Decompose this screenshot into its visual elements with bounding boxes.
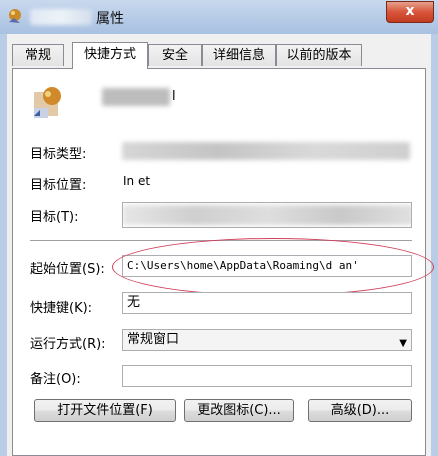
- hotkey-field[interactable]: 无: [122, 292, 412, 314]
- title-bar[interactable]: 属性 x: [0, 0, 438, 35]
- tab-general[interactable]: 常规: [12, 44, 64, 66]
- target-location-value: In et: [123, 174, 151, 188]
- run-label: 运行方式(R):: [30, 337, 106, 352]
- tab-security[interactable]: 安全: [148, 44, 202, 66]
- target-type-value-obscured: [122, 142, 410, 160]
- app-icon: [9, 9, 21, 23]
- change-icon-button[interactable]: 更改图标(C)...: [184, 399, 294, 422]
- shortcut-name-text: l: [172, 89, 176, 104]
- advanced-button[interactable]: 高级(D)...: [308, 399, 412, 422]
- separator: [30, 240, 412, 242]
- comment-field[interactable]: [122, 365, 412, 387]
- tab-previous-versions[interactable]: 以前的版本: [276, 44, 362, 66]
- target-type-label: 目标类型:: [30, 147, 87, 162]
- tab-details[interactable]: 详细信息: [202, 44, 276, 66]
- target-value-obscured: [123, 205, 411, 225]
- target-field[interactable]: [122, 202, 412, 228]
- open-file-location-button[interactable]: 打开文件位置(F): [34, 399, 176, 422]
- start-in-label: 起始位置(S):: [30, 262, 105, 277]
- window-title: 属性: [96, 11, 124, 27]
- frame-border-left: [0, 34, 7, 456]
- start-in-field[interactable]: C:\Users\home\AppData\Roaming\d an': [122, 255, 412, 277]
- frame-border-right: [431, 34, 438, 456]
- run-select[interactable]: 常规窗口 ▼: [122, 329, 412, 351]
- target-location-label: 目标位置:: [30, 178, 87, 193]
- chevron-down-icon: ▼: [399, 338, 407, 349]
- hotkey-label: 快捷键(K):: [30, 301, 93, 316]
- shortcut-name-obscured: [102, 88, 170, 106]
- shortcut-file-icon: [34, 87, 61, 118]
- title-obscured-region: [30, 9, 92, 25]
- close-icon: x: [405, 3, 415, 19]
- target-label: 目标(T):: [30, 210, 79, 225]
- comment-label: 备注(O):: [30, 372, 81, 387]
- run-select-value: 常规窗口: [127, 332, 180, 347]
- tab-shortcut[interactable]: 快捷方式: [72, 42, 148, 69]
- close-button[interactable]: x: [386, 1, 434, 23]
